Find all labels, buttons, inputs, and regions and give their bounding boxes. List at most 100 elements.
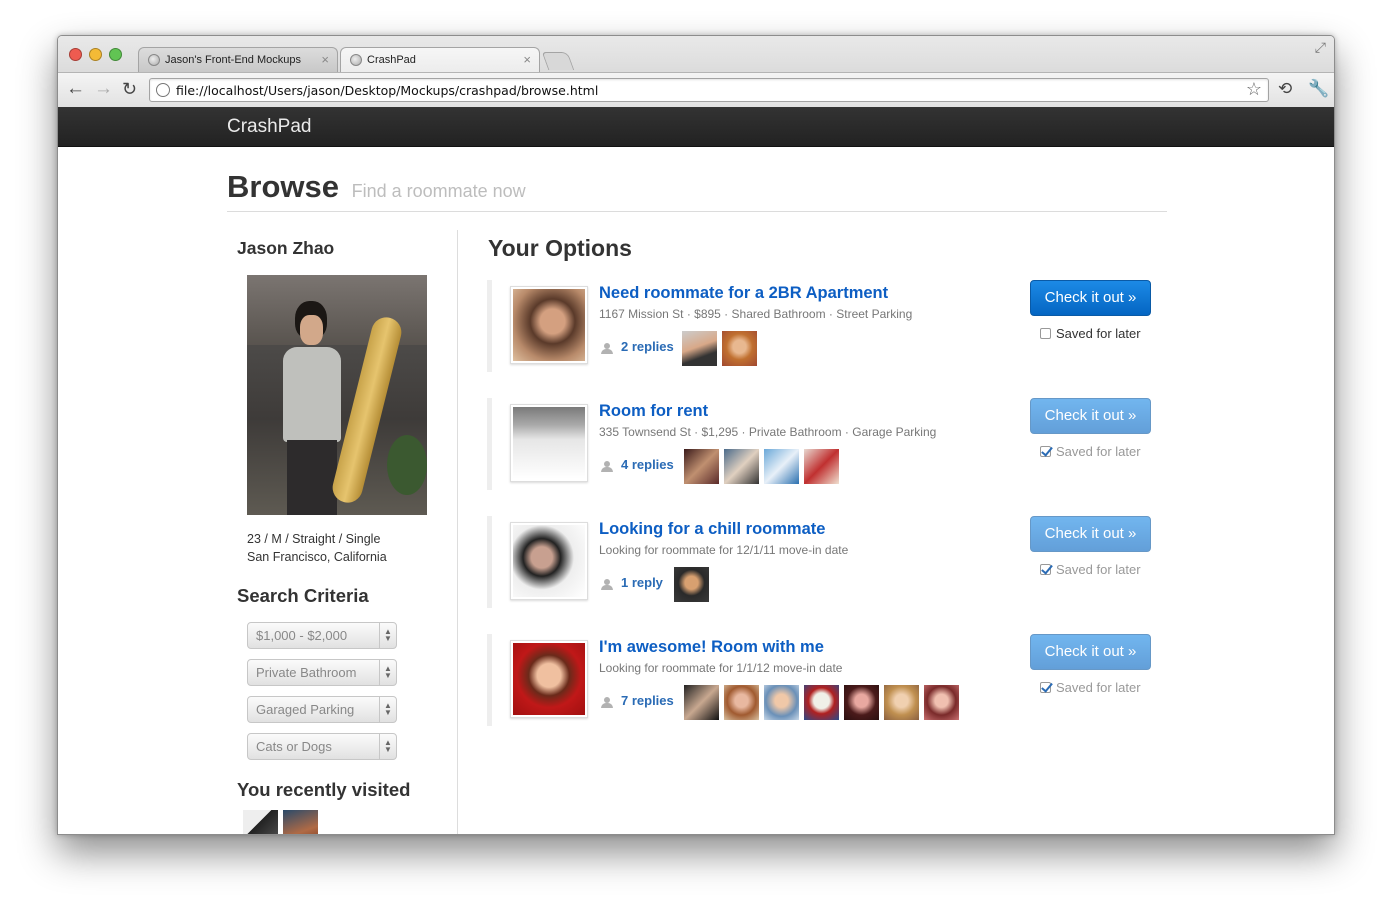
page-subtitle: Find a roommate now <box>351 181 526 201</box>
listing-title[interactable]: Need roommate for a 2BR Apartment <box>599 284 888 303</box>
tab-crashpad[interactable]: CrashPad × <box>340 47 540 72</box>
check-it-out-button[interactable]: Check it out » <box>1030 398 1151 434</box>
replies-link[interactable]: 2 replies <box>621 339 674 354</box>
browser-chrome: Jason's Front-End Mockups × CrashPad × ⤢… <box>58 36 1334 107</box>
listing-card: I'm awesome! Room with me Looking for ro… <box>487 634 1177 726</box>
recent-avatar[interactable] <box>243 810 278 834</box>
price-range-select[interactable]: $1,000 - $2,000 ▲ ▼ <box>247 622 397 649</box>
checkbox-checked[interactable] <box>1040 564 1051 575</box>
saved-label: Saved for later <box>1056 562 1141 577</box>
checkbox-checked[interactable] <box>1040 446 1051 457</box>
replies-link[interactable]: 4 replies <box>621 457 674 472</box>
star-icon[interactable]: ☆ <box>1246 79 1262 100</box>
page-content: Browse Find a roommate now Jason Zhao 23… <box>58 147 1334 834</box>
people-icon <box>600 343 615 354</box>
close-window-button[interactable] <box>69 48 82 61</box>
minimize-window-button[interactable] <box>89 48 102 61</box>
recent-avatar[interactable] <box>283 810 318 834</box>
select-value: Private Bathroom <box>256 665 357 680</box>
listing-card: Room for rent 335 Townsend St · $1,295 ·… <box>487 398 1177 490</box>
chevron-updown-icon: ▲ ▼ <box>379 734 396 759</box>
reply-avatar[interactable] <box>674 567 709 602</box>
listing-title[interactable]: I'm awesome! Room with me <box>599 638 824 657</box>
globe-icon <box>350 54 362 66</box>
listing-thumbnail[interactable] <box>510 522 588 600</box>
recent-avatars <box>243 810 323 834</box>
select-value: $1,000 - $2,000 <box>256 628 348 643</box>
reply-avatar[interactable] <box>682 331 717 366</box>
listing-title[interactable]: Looking for a chill roommate <box>599 520 825 539</box>
url-input[interactable] <box>176 81 1236 99</box>
listing-title[interactable]: Room for rent <box>599 402 708 421</box>
sidebar: Jason Zhao 23 / M / Straight / Single Sa… <box>227 230 458 834</box>
checkbox-checked[interactable] <box>1040 682 1051 693</box>
tab-title: Jason's Front-End Mockups <box>165 54 301 66</box>
reply-avatar[interactable] <box>884 685 919 720</box>
saved-for-later-toggle[interactable]: Saved for later <box>1040 562 1141 577</box>
listing-thumbnail[interactable] <box>510 640 588 718</box>
check-it-out-button[interactable]: Check it out » <box>1030 280 1151 316</box>
fullscreen-icon[interactable]: ⤢ <box>1315 39 1326 56</box>
select-value: Garaged Parking <box>256 702 355 717</box>
reply-avatar[interactable] <box>924 685 959 720</box>
pets-select[interactable]: Cats or Dogs ▲ ▼ <box>247 733 397 760</box>
reply-avatar[interactable] <box>764 449 799 484</box>
profile-details: 23 / M / Straight / Single San Francisco… <box>247 530 387 566</box>
tab-mockups[interactable]: Jason's Front-End Mockups × <box>138 47 338 72</box>
brand-logo[interactable]: CrashPad <box>227 116 312 138</box>
search-criteria-heading: Search Criteria <box>237 585 369 606</box>
listing-meta: Looking for roommate for 12/1/11 move-in… <box>599 543 849 557</box>
profile-photo <box>247 275 427 515</box>
page-title: Browse Find a roommate now <box>227 169 526 205</box>
saved-for-later-toggle[interactable]: Saved for later <box>1040 444 1141 459</box>
browser-toolbar: ← → ↻ ☆ ⟲ 🔧 <box>58 72 1334 107</box>
checkbox[interactable] <box>1040 328 1051 339</box>
people-icon <box>600 579 615 590</box>
wrench-icon[interactable]: 🔧 <box>1308 79 1329 99</box>
globe-icon <box>156 83 170 97</box>
check-it-out-button[interactable]: Check it out » <box>1030 634 1151 670</box>
listing-thumbnail[interactable] <box>510 286 588 364</box>
reply-avatar[interactable] <box>844 685 879 720</box>
listing-thumbnail[interactable] <box>510 404 588 482</box>
forward-arrow-icon[interactable]: → <box>94 79 113 99</box>
reply-avatars <box>684 449 844 484</box>
listing-card: Looking for a chill roommate Looking for… <box>487 516 1177 608</box>
page-title-text: Browse <box>227 169 339 204</box>
saved-for-later-toggle[interactable]: Saved for later <box>1040 680 1141 695</box>
chevron-updown-icon: ▲ ▼ <box>379 697 396 722</box>
chevron-updown-icon: ▲ ▼ <box>379 623 396 648</box>
options-heading: Your Options <box>488 235 632 261</box>
reply-avatar[interactable] <box>684 449 719 484</box>
back-arrow-icon[interactable]: ← <box>66 79 85 99</box>
zoom-window-button[interactable] <box>109 48 122 61</box>
listing-card: Need roommate for a 2BR Apartment 1167 M… <box>487 280 1177 372</box>
reply-avatar[interactable] <box>804 449 839 484</box>
saved-label: Saved for later <box>1056 680 1141 695</box>
listing-meta: 335 Townsend St · $1,295 · Private Bathr… <box>599 425 937 439</box>
tab-title: CrashPad <box>367 54 416 66</box>
reply-avatar[interactable] <box>722 331 757 366</box>
tab-close-icon[interactable]: × <box>321 52 329 67</box>
parking-select[interactable]: Garaged Parking ▲ ▼ <box>247 696 397 723</box>
reply-avatar[interactable] <box>804 685 839 720</box>
listing-meta: Looking for roommate for 1/1/12 move-in … <box>599 661 843 675</box>
replies-link[interactable]: 7 replies <box>621 693 674 708</box>
replies-link[interactable]: 1 reply <box>621 575 663 590</box>
recently-visited-heading: You recently visited <box>237 779 411 800</box>
reply-avatar[interactable] <box>764 685 799 720</box>
reload-icon[interactable]: ↻ <box>122 79 137 99</box>
browser-window: Jason's Front-End Mockups × CrashPad × ⤢… <box>57 35 1335 835</box>
check-it-out-button[interactable]: Check it out » <box>1030 516 1151 552</box>
reply-avatar[interactable] <box>724 449 759 484</box>
reply-avatar[interactable] <box>724 685 759 720</box>
tab-close-icon[interactable]: × <box>523 52 531 67</box>
listing-meta: 1167 Mission St · $895 · Shared Bathroom… <box>599 307 913 321</box>
page-action-icon[interactable]: ⟲ <box>1278 79 1292 99</box>
bathroom-select[interactable]: Private Bathroom ▲ ▼ <box>247 659 397 686</box>
new-tab-button[interactable] <box>541 52 575 70</box>
saved-label: Saved for later <box>1056 444 1141 459</box>
address-bar[interactable]: ☆ <box>149 78 1269 102</box>
saved-for-later-toggle[interactable]: Saved for later <box>1040 326 1141 341</box>
reply-avatar[interactable] <box>684 685 719 720</box>
